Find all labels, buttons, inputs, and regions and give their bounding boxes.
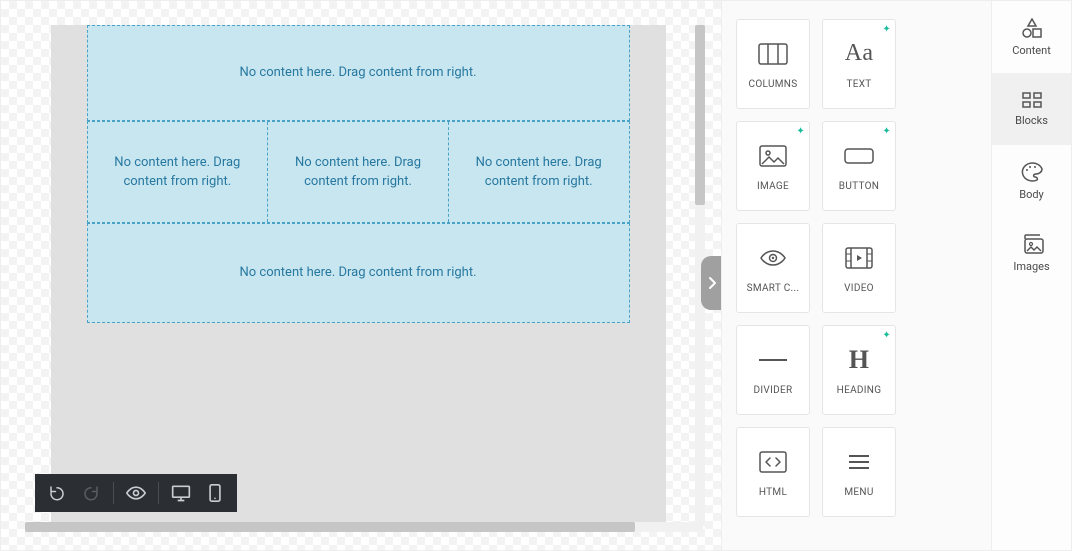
star-icon: ✦ — [882, 24, 891, 35]
tile-heading[interactable]: ✦ H HEADING — [822, 325, 896, 415]
scrollbar-thumb[interactable] — [25, 522, 635, 532]
tab-label: Body — [1019, 188, 1044, 201]
sidebar-tabs: Content Blocks Body Images — [991, 1, 1071, 550]
preview-button[interactable] — [120, 477, 152, 509]
tile-columns[interactable]: COLUMNS — [736, 19, 810, 109]
tile-label: TEXT — [827, 79, 891, 90]
tile-label: VIDEO — [827, 283, 891, 294]
mobile-view-button[interactable] — [199, 477, 231, 509]
drop-placeholder: No content here. Drag content from right… — [98, 153, 258, 192]
star-icon: ✦ — [882, 330, 891, 341]
tile-label: COLUMNS — [741, 79, 805, 90]
drop-row-3[interactable]: No content here. Drag content from right… — [87, 223, 630, 323]
tile-smart-content[interactable]: SMART C... — [736, 223, 810, 313]
drop-placeholder: No content here. Drag content from right… — [278, 153, 438, 192]
redo-button[interactable] — [75, 477, 107, 509]
star-icon: ✦ — [796, 126, 805, 137]
star-icon: ✦ — [882, 126, 891, 137]
panel-collapse-handle[interactable] — [701, 256, 721, 310]
tile-label: BUTTON — [827, 181, 891, 192]
email-builder: No content here. Drag content from right… — [0, 0, 1072, 551]
grid-icon — [1022, 92, 1042, 108]
images-icon — [1020, 234, 1044, 254]
tile-label: SMART C... — [741, 283, 805, 294]
palette-icon — [1021, 162, 1043, 182]
canvas-area: No content here. Drag content from right… — [1, 1, 721, 550]
eye-gear-icon — [760, 243, 786, 273]
heading-icon: H — [849, 345, 870, 375]
tile-label: HTML — [741, 487, 805, 498]
redo-icon — [82, 484, 100, 502]
scrollbar-thumb[interactable] — [695, 25, 705, 205]
canvas-scroll: No content here. Drag content from right… — [25, 25, 705, 526]
drop-placeholder: No content here. Drag content from right… — [239, 63, 476, 83]
image-icon — [759, 141, 787, 171]
button-icon — [844, 141, 874, 171]
tile-html[interactable]: HTML — [736, 427, 810, 517]
drop-cell-2[interactable]: No content here. Drag content from right… — [267, 122, 448, 222]
drop-cell-1[interactable]: No content here. Drag content from right… — [88, 122, 268, 222]
toolbar-separator — [113, 482, 114, 504]
undo-icon — [48, 484, 66, 502]
desktop-view-button[interactable] — [165, 477, 197, 509]
tile-label: HEADING — [827, 385, 891, 396]
mobile-icon — [209, 484, 221, 502]
text-icon: Aa — [845, 39, 874, 69]
content-panel: COLUMNS ✦ Aa TEXT ✦ IMAGE ✦ BUTTON SMART… — [721, 1, 991, 550]
tab-body[interactable]: Body — [992, 145, 1071, 217]
toolbar-separator — [158, 482, 159, 504]
tile-label: MENU — [827, 487, 891, 498]
drop-row-2: No content here. Drag content from right… — [87, 121, 630, 223]
tile-divider[interactable]: DIVIDER — [736, 325, 810, 415]
tile-label: DIVIDER — [741, 385, 805, 396]
bottom-toolbar — [35, 474, 237, 512]
desktop-icon — [171, 484, 191, 502]
tab-images[interactable]: Images — [992, 217, 1071, 289]
canvas[interactable]: No content here. Drag content from right… — [51, 25, 666, 526]
drop-placeholder: No content here. Drag content from right… — [459, 153, 619, 192]
menu-icon — [847, 447, 871, 477]
tile-text[interactable]: ✦ Aa TEXT — [822, 19, 896, 109]
shapes-icon — [1021, 18, 1043, 38]
drop-row-1[interactable]: No content here. Drag content from right… — [87, 25, 630, 121]
chevron-right-icon — [707, 276, 717, 290]
eye-icon — [126, 486, 146, 500]
drop-placeholder: No content here. Drag content from right… — [239, 263, 476, 283]
tab-label: Images — [1013, 260, 1049, 273]
tile-button[interactable]: ✦ BUTTON — [822, 121, 896, 211]
code-icon — [759, 447, 787, 477]
tile-menu[interactable]: MENU — [822, 427, 896, 517]
tile-video[interactable]: VIDEO — [822, 223, 896, 313]
drop-cell-3[interactable]: No content here. Drag content from right… — [448, 122, 629, 222]
video-icon — [845, 243, 873, 273]
tile-label: IMAGE — [741, 181, 805, 192]
tab-blocks[interactable]: Blocks — [992, 73, 1071, 145]
undo-button[interactable] — [41, 477, 73, 509]
divider-icon — [758, 345, 788, 375]
tile-image[interactable]: ✦ IMAGE — [736, 121, 810, 211]
tab-label: Content — [1012, 44, 1051, 57]
columns-icon — [758, 39, 788, 69]
tab-label: Blocks — [1015, 114, 1048, 127]
tab-content[interactable]: Content — [992, 1, 1071, 73]
horizontal-scrollbar[interactable] — [25, 522, 703, 532]
